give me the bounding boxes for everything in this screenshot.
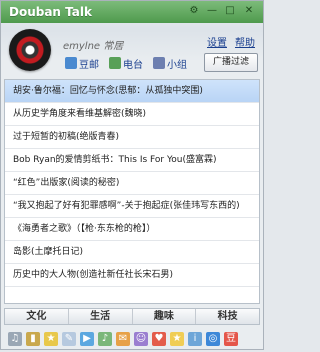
bottom-toolbar: ♫ ▮ ★ ✎ ▶ ♪ ✉ ☺ ♥ ★ i ◎ 豆 [4, 329, 260, 349]
username: emylne 常居 [63, 41, 124, 52]
title-bar[interactable]: Douban Talk ⚙ — □ ✕ [1, 1, 263, 23]
settings-link[interactable]: 设置 [207, 34, 227, 49]
list-item[interactable]: Bob Ryan的爱情剪纸书：This Is For You(盛富霖) [5, 149, 259, 172]
minimize-button[interactable]: — [205, 4, 219, 18]
tab-label: 小组 [167, 59, 187, 71]
douban-icon[interactable]: 豆 [224, 332, 238, 346]
user-icon[interactable]: ☺ [134, 332, 148, 346]
note-icon[interactable]: ✎ [62, 332, 76, 346]
play-icon[interactable]: ▶ [80, 332, 94, 346]
category-tabs: 文化 生活 趣味 科技 [4, 308, 260, 325]
star-filled-icon[interactable]: ★ [170, 332, 184, 346]
chat-icon[interactable]: ✉ [116, 332, 130, 346]
list-item[interactable]: “红色”出版家(阅读的秘密) [5, 172, 259, 195]
broadcast-filter-button[interactable]: 广播过滤 [204, 53, 258, 72]
tab-life[interactable]: 生活 [69, 309, 133, 324]
tab-fun[interactable]: 趣味 [133, 309, 197, 324]
list-item[interactable]: 胡安·鲁尔福：回忆与怀念(思郁：从孤独中突围) [5, 80, 259, 103]
group-icon [153, 57, 165, 69]
music-icon[interactable]: ♪ [98, 332, 112, 346]
article-list: 胡安·鲁尔福：回忆与怀念(思郁：从孤独中突围) 从历史学角度来看维基解密(魏晓)… [4, 79, 260, 304]
globe-icon[interactable]: ◎ [206, 332, 220, 346]
speaker-icon[interactable]: ♫ [8, 332, 22, 346]
tab-label: 电台 [123, 59, 143, 71]
list-item[interactable]: 《海勇者之歌》（【枪·东东枪的枪】） [5, 218, 259, 241]
help-link[interactable]: 帮助 [235, 34, 255, 49]
list-item[interactable]: 过于短暂的初稿(绝版青春) [5, 126, 259, 149]
info-icon[interactable]: i [188, 332, 202, 346]
avatar[interactable] [9, 29, 51, 71]
close-button[interactable]: ✕ [242, 4, 256, 18]
list-item[interactable]: “我又抱起了好有犯罪感啊”-关于抱起症(张佳玮写东西的) [5, 195, 259, 218]
star-icon[interactable]: ★ [44, 332, 58, 346]
list-item[interactable]: 岛影(土摩托日记) [5, 241, 259, 264]
tab-group[interactable]: 小组 [151, 55, 189, 71]
app-title: Douban Talk [9, 5, 92, 19]
heart-icon[interactable]: ♥ [152, 332, 166, 346]
douban-talk-window: Douban Talk ⚙ — □ ✕ emylne 常居 设置 帮助 豆邮 电… [0, 0, 264, 350]
tab-radio[interactable]: 电台 [107, 55, 145, 71]
list-item[interactable]: 历史中的大人物(创造社新任社长宋石男) [5, 264, 259, 287]
folder-icon[interactable]: ▮ [26, 332, 40, 346]
mail-icon [65, 57, 77, 69]
list-item[interactable]: 从历史学角度来看维基解密(魏晓) [5, 103, 259, 126]
maximize-button[interactable]: □ [223, 4, 237, 18]
radio-icon [109, 57, 121, 69]
wrench-icon[interactable]: ⚙ [187, 4, 201, 18]
mode-tabs: 豆邮 电台 小组 [63, 55, 189, 71]
tab-tech[interactable]: 科技 [196, 309, 259, 324]
tab-label: 豆邮 [79, 59, 99, 71]
tab-douban-mail[interactable]: 豆邮 [63, 55, 101, 71]
tab-culture[interactable]: 文化 [5, 309, 69, 324]
